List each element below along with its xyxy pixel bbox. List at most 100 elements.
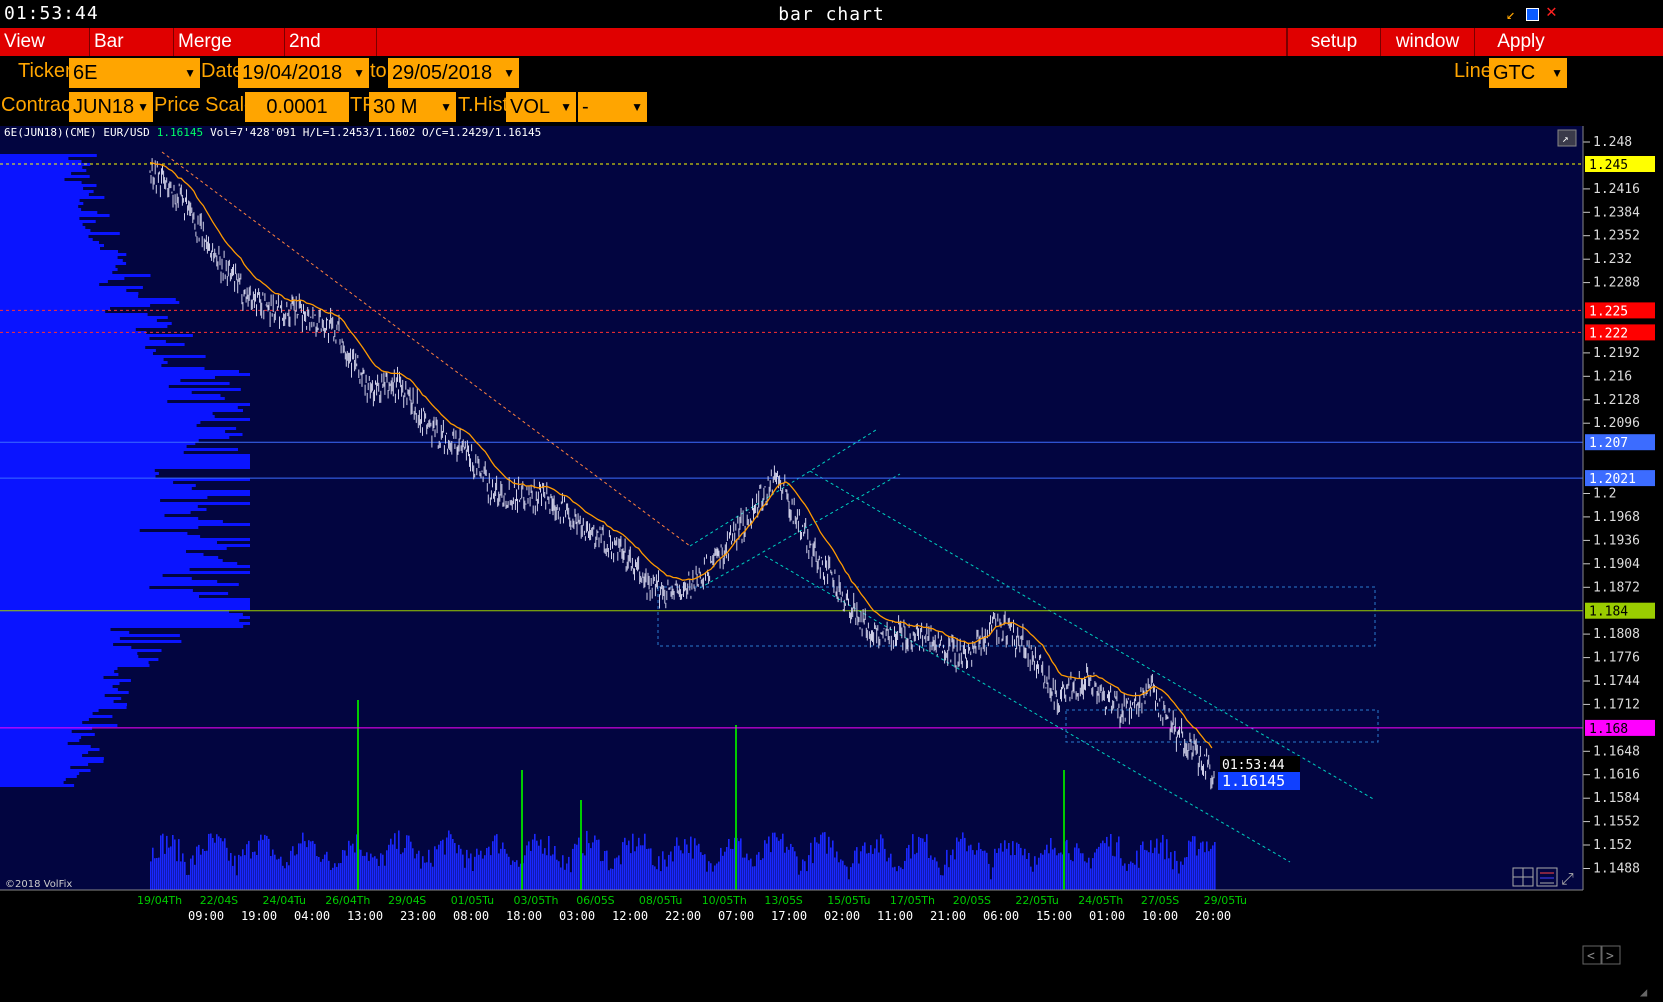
volume-bar [630,853,632,890]
profile-bar [0,514,165,517]
level-label: 1.225 [1589,304,1628,319]
volume-bar [600,861,602,890]
profile-bar [0,775,77,778]
volume-bar [238,854,240,890]
profile-bar [0,703,127,706]
level-label: 1.207 [1589,436,1628,451]
restore-icon[interactable] [1526,8,1539,21]
volume-bar [946,849,948,890]
volume-bar [996,853,998,890]
volume-bar [982,850,984,890]
volume-bar [924,841,926,890]
volume-bar [1188,840,1190,890]
minimize-icon[interactable]: ↙ [1506,6,1515,22]
time-date-label: 08/05 [639,894,671,907]
volume-bar [656,869,658,890]
volume-bar [160,835,162,890]
profile-bar [0,364,162,367]
chart-last-price: 1.16145 [157,126,203,139]
volume-bar [790,843,792,890]
last-price-box: 01:53:44 1.16145 [1218,756,1300,790]
volume-bar [640,845,642,890]
profile-bar [0,436,230,439]
profile-bar [0,631,130,634]
menu-merge-contr[interactable]: Merge Contr [174,28,285,80]
volume-spike [357,700,359,890]
volume-bar [598,839,600,890]
price-chart[interactable]: 1.245 1.225 1.222 1.207 1.2021 1.184 1.168 1.2… [0,126,1663,1002]
volume-bar [1048,853,1050,890]
menu-2nd-chart[interactable]: 2nd Chart [285,28,377,80]
volume-bar [746,853,748,890]
volume-bar [1054,847,1056,890]
volume-bar [322,859,324,890]
volume-bar [208,833,210,890]
volume-bar [966,851,968,890]
volume-bar [166,835,168,890]
volume-bar [820,834,822,890]
resize-handle-icon[interactable]: ◢ [1640,985,1648,999]
close-icon[interactable]: ✕ [1546,3,1557,21]
thist-select[interactable]: VOL ▼ [506,92,576,122]
price-scale-input[interactable]: 0.0001 [245,92,349,122]
volume-bar [150,861,152,890]
volume-bar [822,832,824,890]
volume-bar [412,848,414,890]
scroll-right-glyph: > [1606,949,1614,964]
time-date-label: 19/04 [137,894,169,907]
time-date-label: 26/04 [325,894,357,907]
menu-bar-type[interactable]: Bar Type [90,28,174,80]
time-hour-label: 15:00 [1036,909,1072,923]
line-select[interactable]: GTC ▼ [1489,58,1567,88]
profile-bar [0,376,215,379]
volume-bar [1084,861,1086,890]
volume-bar [518,866,520,890]
profile-bar [0,451,184,454]
ticker-select[interactable]: 6E ▼ [69,58,200,88]
profile-bar [0,625,244,628]
volume-bar [892,867,894,890]
volume-bar [634,851,636,890]
volume-bar [622,842,624,890]
time-date-label: 15/05 [827,894,859,907]
volume-bar [1000,843,1002,890]
profile-bar [0,553,204,556]
window-button[interactable]: window [1381,28,1475,56]
apply-button[interactable]: Apply [1475,28,1567,56]
setup-button[interactable]: setup [1287,28,1381,56]
volume-bar [204,851,206,890]
profile-bar [0,280,108,283]
profile-bar [0,784,75,787]
profile-bar [0,484,196,487]
fullscreen-icon[interactable]: ⤢ [1561,869,1574,888]
date-from-select[interactable]: 19/04/2018 ▼ [238,58,369,88]
price-tick-label: 1.1936 [1593,533,1640,548]
volume-bar [582,853,584,890]
volume-bar [712,871,714,890]
profile-bar [0,637,120,640]
volume-bar [362,855,364,890]
volume-bar [1086,862,1088,890]
extra-select[interactable]: - ▼ [578,92,647,122]
volume-bar [288,865,290,890]
tf-select[interactable]: 30 M ▼ [369,92,456,122]
volume-bar [1052,849,1054,890]
volume-bar [542,853,544,890]
date-to-select[interactable]: 29/05/2018 ▼ [388,58,519,88]
menu-view-dom[interactable]: View DOM [0,28,90,80]
volume-bar [364,855,366,890]
volume-bar [512,860,514,890]
volume-bar [596,839,598,890]
volume-bar [684,839,686,890]
contract-select[interactable]: JUN18 ▼ [69,92,153,122]
volume-bar [1154,847,1156,890]
volume-bar [988,863,990,890]
profile-bar [0,391,192,394]
volume-bar [676,837,678,890]
price-tick-label: 1.2128 [1593,393,1640,408]
time-date-label: Tu [669,894,682,907]
profile-bar [0,706,127,709]
profile-bar [0,502,250,505]
volume-bar [1016,842,1018,890]
volume-bar [342,850,344,890]
